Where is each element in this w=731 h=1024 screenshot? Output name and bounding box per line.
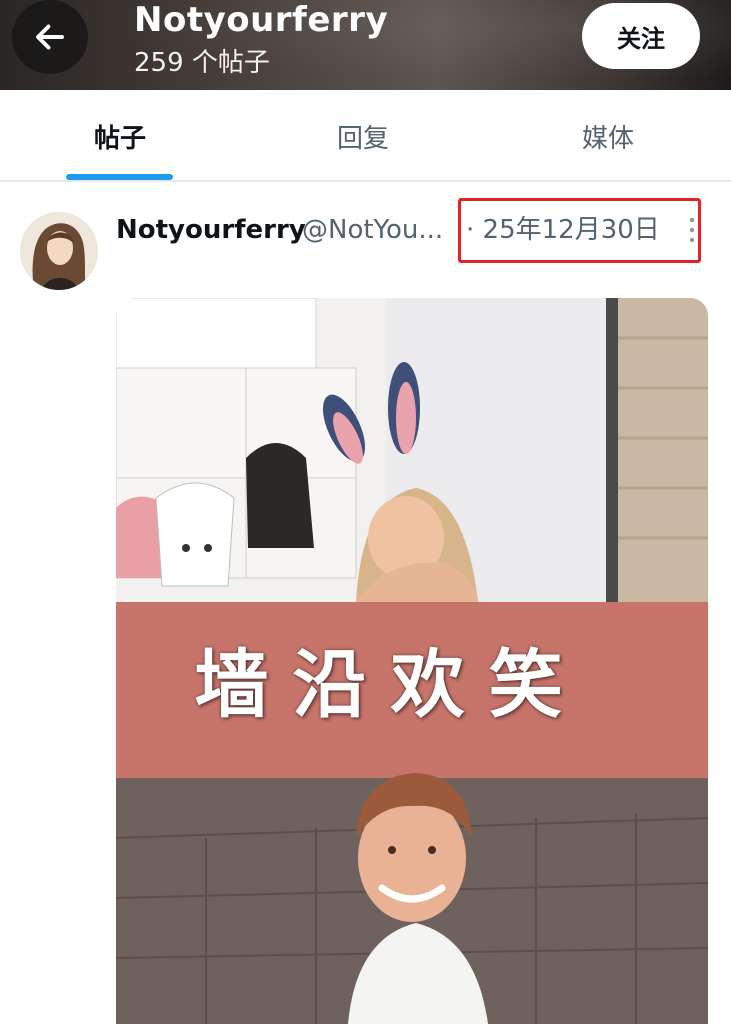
meme-caption: 墙沿欢笑	[194, 642, 587, 728]
arrow-left-icon	[36, 24, 64, 50]
follow-button[interactable]: 关注	[582, 3, 700, 69]
tab-replies[interactable]: 回复	[263, 90, 463, 182]
back-button[interactable]	[12, 0, 88, 74]
more-vertical-icon[interactable]	[684, 212, 700, 248]
profile-tabs: 帖子 回复 媒体	[0, 90, 731, 182]
tab-posts[interactable]: 帖子	[20, 90, 220, 182]
post-author-name[interactable]: Notyourferry	[116, 212, 306, 248]
post-author-handle[interactable]: @NotYou...	[302, 212, 452, 248]
post-date[interactable]: · 25年12月30日	[466, 212, 660, 248]
profile-title: Notyourferry	[134, 0, 389, 40]
avatar[interactable]	[20, 212, 98, 290]
profile-header: Notyourferry 259 个帖子 关注	[0, 0, 731, 90]
active-tab-indicator	[66, 174, 173, 180]
post-count: 259 个帖子	[134, 48, 270, 78]
avatar-image	[20, 212, 98, 290]
tab-media[interactable]: 媒体	[508, 90, 708, 182]
